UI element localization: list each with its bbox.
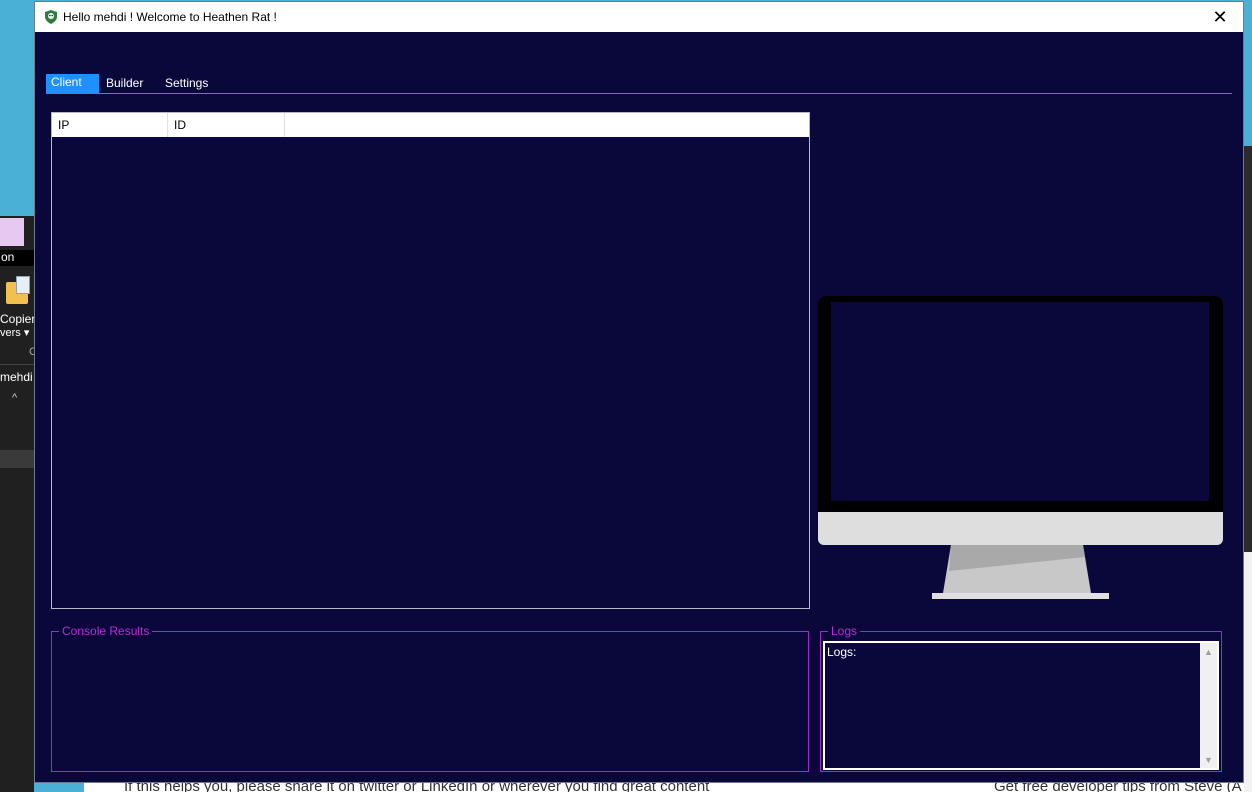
tab-client[interactable]: Client (46, 74, 99, 93)
background-selected-row (0, 450, 34, 468)
background-thumbnail (0, 218, 24, 246)
chevron-up-icon: ^ (12, 392, 18, 404)
column-header-id[interactable]: ID (168, 113, 285, 137)
monitor-chin (818, 512, 1223, 545)
background-ribbon-label: on (0, 250, 34, 266)
close-icon: ✕ (1212, 6, 1228, 27)
monitor-stand (943, 545, 1091, 593)
folder-icon (4, 276, 30, 306)
background-right-strip (1244, 0, 1252, 792)
background-folder-sublabel: vers ▾ (0, 327, 30, 339)
console-results-label: Console Results (59, 624, 153, 638)
logs-label: Logs (828, 624, 861, 638)
client-list[interactable]: IP ID (51, 112, 810, 609)
tab-strip: Client Builder Settings (46, 74, 1232, 94)
monitor-illustration (818, 296, 1223, 601)
background-page-text-right: Get free developer tips from Steve (A (994, 783, 1242, 792)
tab-builder[interactable]: Builder (106, 74, 143, 93)
monitor-base (932, 593, 1109, 599)
app-window: Hello mehdi ! Welcome to Heathen Rat ! ✕… (34, 1, 1244, 783)
logs-textbox[interactable]: Logs: ▲ ▼ (823, 641, 1219, 770)
background-explorer-window: on Copier vers ▾ C mehdi ^ (0, 216, 37, 792)
monitor-bezel (818, 296, 1223, 512)
console-results-group: Console Results (51, 624, 809, 772)
scroll-down-icon[interactable]: ▼ (1200, 751, 1217, 768)
app-icon (45, 10, 57, 24)
scroll-up-icon[interactable]: ▲ (1200, 643, 1217, 660)
background-page-text: If this helps you, please share it on tw… (124, 783, 710, 792)
monitor-screen (831, 302, 1209, 501)
background-webpage: If this helps you, please share it on tw… (84, 783, 1244, 792)
title-bar[interactable]: Hello mehdi ! Welcome to Heathen Rat ! ✕ (35, 2, 1243, 32)
logs-group: Logs Logs: ▲ ▼ (820, 624, 1222, 772)
window-title: Hello mehdi ! Welcome to Heathen Rat ! (63, 10, 277, 24)
column-header-ip[interactable]: IP (52, 113, 168, 137)
background-user-folder: mehdi (0, 370, 33, 384)
background-folder-label: Copier (0, 312, 36, 326)
tab-settings[interactable]: Settings (165, 74, 208, 93)
close-button[interactable]: ✕ (1197, 2, 1243, 32)
logs-text: Logs: (827, 645, 857, 659)
list-header: IP ID (52, 113, 809, 137)
background-divider (0, 364, 34, 365)
logs-scrollbar[interactable]: ▲ ▼ (1200, 643, 1217, 768)
